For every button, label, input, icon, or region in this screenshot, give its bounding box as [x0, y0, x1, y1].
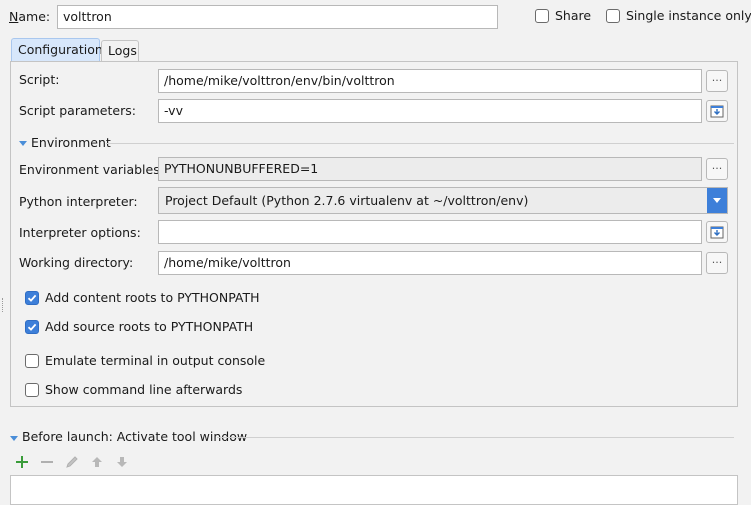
name-input[interactable]: volttron	[57, 5, 498, 29]
add-content-roots-label[interactable]: Add content roots to PYTHONPATH	[45, 290, 260, 306]
script-parameters-expand-button[interactable]	[706, 100, 728, 122]
script-browse-button[interactable]: ...	[706, 70, 728, 92]
move-down-button[interactable]	[114, 454, 130, 470]
tab-configuration-label: Configuration	[18, 42, 103, 57]
splitter-grip[interactable]	[2, 298, 4, 312]
share-checkbox[interactable]	[535, 9, 549, 23]
emulate-terminal-checkbox[interactable]	[25, 354, 39, 368]
python-interpreter-label: Python interpreter:	[19, 194, 138, 209]
environment-variables-label: Environment variables:	[19, 162, 164, 177]
before-launch-title: Before launch: Activate tool window	[22, 429, 248, 444]
add-task-button[interactable]	[14, 454, 30, 470]
chevron-down-icon	[713, 198, 721, 203]
environment-section-title: Environment	[31, 135, 111, 150]
add-source-roots-label[interactable]: Add source roots to PYTHONPATH	[45, 319, 253, 335]
tab-configuration[interactable]: Configuration	[11, 38, 103, 61]
environment-collapse-icon[interactable]	[19, 141, 27, 146]
name-label-rest: ame:	[18, 9, 51, 24]
environment-divider	[106, 143, 734, 144]
python-interpreter-value: Project Default (Python 2.7.6 virtualenv…	[165, 193, 529, 208]
add-source-roots-checkbox[interactable]	[25, 320, 39, 334]
show-command-line-checkbox[interactable]	[25, 383, 39, 397]
name-label: Name:	[9, 9, 50, 25]
before-launch-collapse-icon[interactable]	[10, 436, 18, 441]
add-icon	[16, 456, 28, 468]
script-parameters-input[interactable]: -vv	[158, 99, 702, 123]
move-up-button[interactable]	[89, 454, 105, 470]
script-parameters-label: Script parameters:	[19, 103, 136, 118]
checkmark-icon	[27, 294, 37, 302]
add-content-roots-checkbox[interactable]	[25, 291, 39, 305]
edit-task-button[interactable]	[64, 454, 80, 470]
python-interpreter-select[interactable]: Project Default (Python 2.7.6 virtualenv…	[158, 187, 728, 214]
share-label[interactable]: Share	[555, 8, 591, 24]
move-up-icon	[92, 457, 102, 467]
single-instance-label[interactable]: Single instance only	[626, 8, 751, 24]
emulate-terminal-label[interactable]: Emulate terminal in output console	[45, 353, 265, 369]
checkmark-icon	[27, 323, 37, 331]
interpreter-options-expand-button[interactable]	[706, 221, 728, 243]
environment-variables-field[interactable]: PYTHONUNBUFFERED=1	[158, 157, 702, 181]
python-interpreter-dropdown-button[interactable]	[707, 188, 727, 213]
script-input[interactable]: /home/mike/volttron/env/bin/volttron	[158, 69, 702, 93]
insert-icon	[710, 226, 724, 239]
interpreter-options-label: Interpreter options:	[19, 225, 141, 240]
move-down-icon	[117, 457, 127, 467]
tab-logs-label: Logs	[108, 43, 137, 58]
working-directory-input[interactable]: /home/mike/volttron	[158, 251, 702, 275]
before-launch-divider	[217, 437, 734, 438]
tab-logs[interactable]: Logs	[101, 40, 139, 61]
name-label-mnemonic: N	[9, 9, 19, 24]
working-directory-browse-button[interactable]: ...	[706, 252, 728, 274]
script-label: Script:	[19, 72, 60, 87]
interpreter-options-input[interactable]	[158, 220, 702, 244]
insert-icon	[710, 105, 724, 118]
working-directory-label: Working directory:	[19, 255, 134, 270]
single-instance-checkbox[interactable]	[606, 9, 620, 23]
remove-task-button[interactable]	[39, 454, 55, 470]
environment-variables-browse-button[interactable]: ...	[706, 158, 728, 180]
show-command-line-label[interactable]: Show command line afterwards	[45, 382, 242, 398]
remove-icon	[41, 461, 53, 463]
edit-icon	[66, 456, 78, 468]
